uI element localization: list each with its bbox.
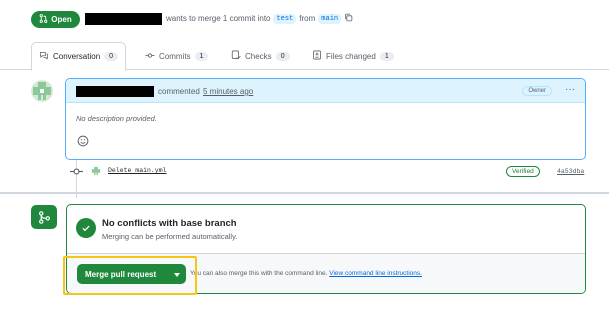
redacted-username	[85, 13, 162, 25]
owner-badge: Owner	[522, 86, 552, 96]
head-branch[interactable]: main	[318, 13, 342, 24]
comment-card: commented 5 minutes ago Owner ··· No des…	[65, 78, 586, 160]
smiley-icon[interactable]	[77, 135, 89, 149]
tab-label: Conversation	[53, 52, 101, 61]
commit-node-icon	[70, 167, 83, 178]
avatar[interactable]	[31, 80, 53, 102]
comment-body: No description provided.	[76, 114, 157, 123]
tab-label: Checks	[245, 51, 272, 61]
merge-text: wants to merge 1 commit into	[166, 14, 271, 23]
merge-status-title: No conflicts with base branch	[102, 218, 237, 229]
tab-count: 1	[194, 51, 209, 61]
tab-label: Files changed	[326, 51, 376, 61]
from-text: from	[299, 14, 316, 23]
merge-status-subtitle: Merging can be performed automatically.	[102, 232, 238, 241]
tab-label: Commits	[159, 51, 191, 61]
file-diff-icon	[312, 50, 322, 62]
hint-text: You can also merge this with the command…	[190, 270, 328, 277]
tab-files-changed[interactable]: Files changed 1	[312, 42, 394, 70]
tab-commits[interactable]: Commits 1	[145, 42, 209, 70]
copy-icon[interactable]	[344, 13, 353, 24]
comment-timestamp-link[interactable]: 5 minutes ago	[203, 87, 253, 96]
verified-badge[interactable]: Verified	[506, 166, 540, 177]
highlight-box	[63, 256, 197, 295]
commit-avatar[interactable]	[91, 166, 101, 178]
check-circle-icon	[76, 218, 96, 238]
comment-action: commented	[158, 87, 200, 96]
tab-count: 1	[379, 51, 394, 61]
comment-discussion-icon	[39, 51, 49, 62]
tab-conversation[interactable]: Conversation 0	[31, 42, 127, 71]
git-merge-icon	[31, 205, 57, 229]
tab-count: 0	[275, 51, 290, 61]
tab-checks[interactable]: Checks 0	[231, 42, 290, 70]
commit-icon	[145, 51, 155, 62]
pr-state-label: Open	[51, 15, 72, 24]
base-branch[interactable]: test	[273, 13, 297, 24]
pull-request-icon	[39, 14, 48, 25]
checklist-icon	[231, 50, 241, 62]
command-line-instructions-link[interactable]: View command line instructions.	[329, 270, 422, 277]
commit-sha-link[interactable]: 4a53dba	[557, 168, 584, 175]
timeline-separator	[0, 192, 609, 194]
pr-state-badge: Open	[31, 11, 80, 28]
pr-tabs: Conversation 0 Commits 1 Checks 0 Files …	[0, 42, 609, 71]
pr-merge-summary: wants to merge 1 commit into test from m…	[166, 13, 353, 24]
kebab-menu-icon[interactable]: ···	[565, 84, 575, 95]
command-line-hint: You can also merge this with the command…	[190, 270, 422, 277]
redacted-author	[76, 86, 154, 97]
comment-header: commented 5 minutes ago Owner ···	[66, 79, 585, 103]
tab-count: 0	[104, 52, 119, 61]
commit-message-link[interactable]: Delete main.yml	[108, 167, 167, 174]
